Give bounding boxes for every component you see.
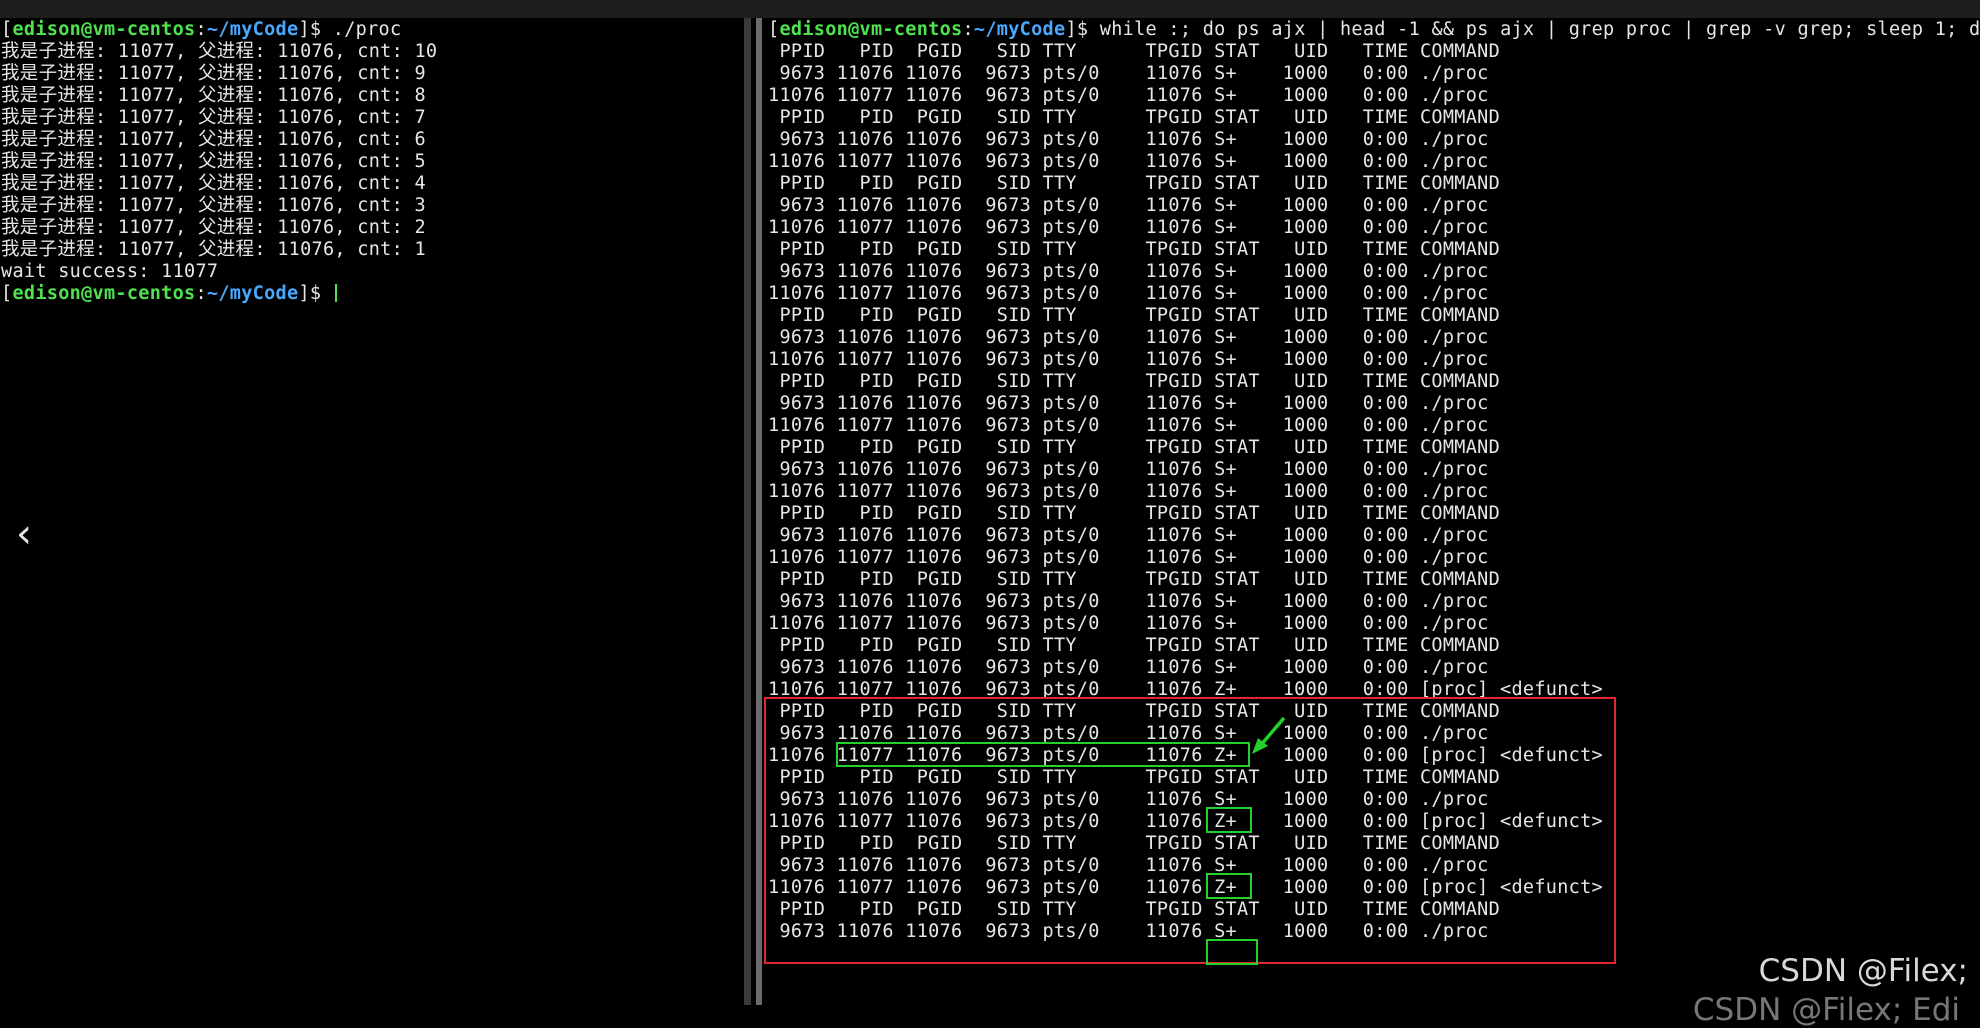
prompt-command [321, 283, 332, 304]
left-output-line: 我是子进程: 11077, 父进程: 11076, cnt: 2 [1, 217, 426, 238]
left-output-line: 我是子进程: 11077, 父进程: 11076, cnt: 1 [1, 239, 426, 260]
ps-row-line: 9673 11076 11076 9673 pts/0 11076 S+ 100… [768, 393, 1489, 414]
left-output-line: 我是子进程: 11077, 父进程: 11076, cnt: 7 [1, 107, 426, 128]
ps-header-line: PPID PID PGID SID TTY TPGID STAT UID TIM… [768, 503, 1501, 524]
ps-header-line: PPID PID PGID SID TTY TPGID STAT UID TIM… [768, 437, 1501, 458]
ps-row-line: 11076 11077 11076 9673 pts/0 11076 S+ 10… [768, 349, 1489, 370]
prompt-user: edison@vm-centos [779, 19, 963, 40]
pane-divider[interactable] [744, 18, 751, 1005]
left-final-prompt-line[interactable]: [edison@vm-centos:~/myCode]$ [1, 283, 744, 305]
right-prompt-line: [edison@vm-centos:~/myCode]$ while :; do… [768, 19, 1980, 41]
terminal-cursor [334, 284, 337, 302]
left-output-line: 我是子进程: 11077, 父进程: 11076, cnt: 10 [1, 41, 438, 62]
ps-header-line: PPID PID PGID SID TTY TPGID STAT UID TIM… [768, 173, 1501, 194]
left-terminal-pane[interactable]: [edison@vm-centos:~/myCode]$ ./proc 我是子进… [0, 18, 744, 1005]
left-output-line: 我是子进程: 11077, 父进程: 11076, cnt: 6 [1, 129, 426, 150]
watermark: CSDN @Filex; [1758, 953, 1968, 989]
ps-row-line: 9673 11076 11076 9673 pts/0 11076 S+ 100… [768, 327, 1489, 348]
prompt-path: ~/myCode [973, 19, 1066, 40]
prompt-user: edison@vm-centos [12, 19, 196, 40]
prompt-command: ./proc [321, 19, 402, 40]
zstat-highlight-box [1206, 807, 1252, 833]
ps-header-line: PPID PID PGID SID TTY TPGID STAT UID TIM… [768, 569, 1501, 590]
ps-row-line: 11076 11077 11076 9673 pts/0 11076 S+ 10… [768, 547, 1489, 568]
ps-row-line: 11076 11077 11076 9673 pts/0 11076 S+ 10… [768, 613, 1489, 634]
left-output-line: wait success: 11077 [1, 261, 219, 282]
ps-header-line: PPID PID PGID SID TTY TPGID STAT UID TIM… [768, 635, 1501, 656]
left-output-line: 我是子进程: 11077, 父进程: 11076, cnt: 4 [1, 173, 426, 194]
ps-row-line: 11076 11077 11076 9673 pts/0 11076 S+ 10… [768, 283, 1489, 304]
ps-row-line: 9673 11076 11076 9673 pts/0 11076 S+ 100… [768, 525, 1489, 546]
ps-header-line: PPID PID PGID SID TTY TPGID STAT UID TIM… [768, 41, 1501, 62]
watermark-secondary: CSDN @Filex; Edi [1692, 992, 1960, 1028]
ps-header-line: PPID PID PGID SID TTY TPGID STAT UID TIM… [768, 239, 1501, 260]
left-output-line: 我是子进程: 11077, 父进程: 11076, cnt: 5 [1, 151, 426, 172]
zombie-row-highlight-box [836, 742, 1250, 767]
prompt-path: ~/myCode [206, 19, 299, 40]
left-prompt-line: [edison@vm-centos:~/myCode]$ ./proc [1, 19, 402, 40]
ps-row-line: 9673 11076 11076 9673 pts/0 11076 S+ 100… [768, 63, 1489, 84]
ps-row-line: 9673 11076 11076 9673 pts/0 11076 S+ 100… [768, 129, 1489, 150]
ps-row-line: 9673 11076 11076 9673 pts/0 11076 S+ 100… [768, 657, 1489, 678]
zstat-highlight-box [1206, 873, 1252, 899]
ps-row-line: 11076 11077 11076 9673 pts/0 11076 S+ 10… [768, 481, 1489, 502]
prompt-user: edison@vm-centos [12, 283, 196, 304]
ps-row-line: 9673 11076 11076 9673 pts/0 11076 S+ 100… [768, 591, 1489, 612]
arrow-icon [1252, 716, 1286, 754]
left-output-line: 我是子进程: 11077, 父进程: 11076, cnt: 3 [1, 195, 426, 216]
ps-row-line: 9673 11076 11076 9673 pts/0 11076 S+ 100… [768, 459, 1489, 480]
ps-header-line: PPID PID PGID SID TTY TPGID STAT UID TIM… [768, 371, 1501, 392]
ps-row-line: 9673 11076 11076 9673 pts/0 11076 S+ 100… [768, 195, 1489, 216]
pane-divider-handle[interactable] [756, 18, 762, 1005]
ps-header-line: PPID PID PGID SID TTY TPGID STAT UID TIM… [768, 107, 1501, 128]
ps-row-line: 11076 11077 11076 9673 pts/0 11076 S+ 10… [768, 85, 1489, 106]
ps-row-line: 9673 11076 11076 9673 pts/0 11076 S+ 100… [768, 261, 1489, 282]
zombie-highlight-box [764, 697, 1616, 964]
ps-row-line: 11076 11077 11076 9673 pts/0 11076 S+ 10… [768, 217, 1489, 238]
prompt-path: ~/myCode [206, 283, 299, 304]
window-top-bar [0, 0, 1980, 18]
prompt-command: while :; do ps ajx | head -1 && ps ajx |… [1088, 19, 1980, 40]
chevron-left-icon[interactable]: ‹ [16, 514, 44, 554]
left-output-line: 我是子进程: 11077, 父进程: 11076, cnt: 8 [1, 85, 426, 106]
ps-row-line: 11076 11077 11076 9673 pts/0 11076 S+ 10… [768, 415, 1489, 436]
zstat-highlight-box [1206, 939, 1258, 965]
ps-row-line: 11076 11077 11076 9673 pts/0 11076 S+ 10… [768, 151, 1489, 172]
left-output-line: 我是子进程: 11077, 父进程: 11076, cnt: 9 [1, 63, 426, 84]
left-terminal-lines: [edison@vm-centos:~/myCode]$ ./proc 我是子进… [0, 18, 744, 305]
ps-header-line: PPID PID PGID SID TTY TPGID STAT UID TIM… [768, 305, 1501, 326]
